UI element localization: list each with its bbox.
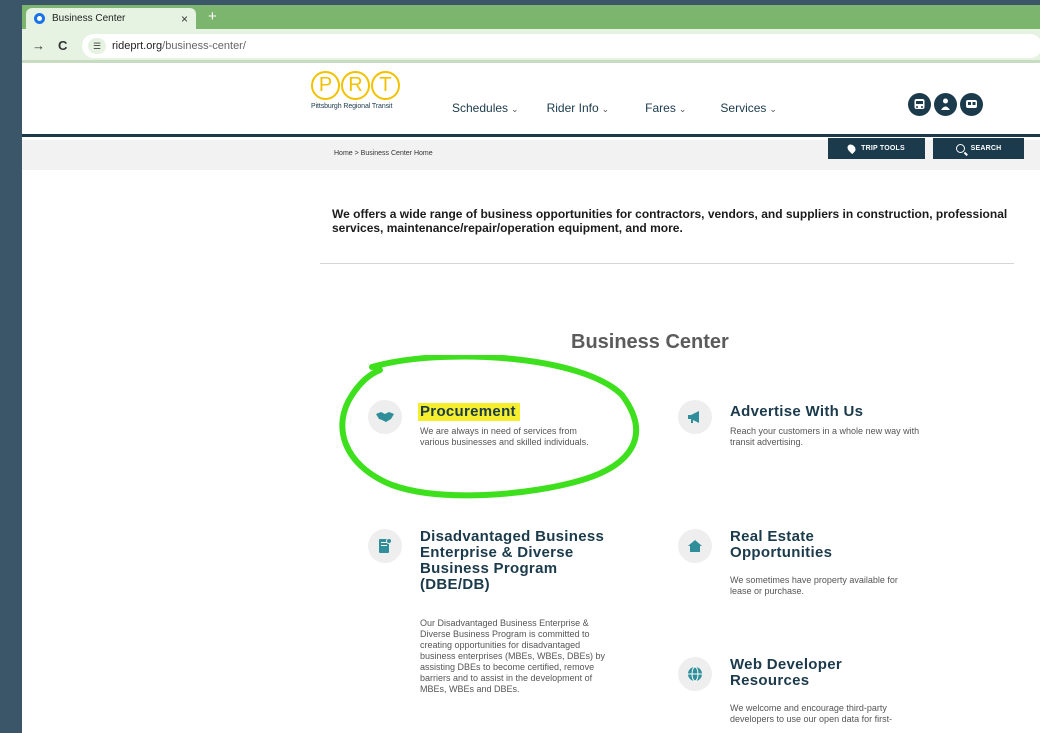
url-host: rideprt.org	[112, 40, 163, 52]
logo-letter-r: R	[341, 71, 370, 100]
card-procurement[interactable]: Procurement We are always in need of ser…	[368, 400, 608, 470]
chevron-down-icon: ⌄	[601, 104, 610, 114]
house-icon	[678, 529, 712, 563]
chevron-down-icon: ⌄	[678, 104, 687, 114]
card-advertise[interactable]: Advertise With Us Reach your customers i…	[678, 400, 920, 470]
card-description: We sometimes have property available for…	[730, 575, 898, 596]
tab-close-icon[interactable]: ×	[181, 12, 188, 26]
site-favicon-icon	[34, 13, 45, 24]
section-title: Business Center	[571, 331, 729, 353]
mode-icons	[908, 93, 983, 116]
new-tab-button[interactable]: +	[208, 9, 217, 25]
card-real-estate[interactable]: Real Estate Opportunities We sometimes h…	[678, 529, 918, 609]
globe-icon	[678, 657, 712, 691]
url-path: /business-center/	[162, 40, 246, 52]
logo-subtitle: Pittsburgh Regional Transit	[311, 103, 393, 110]
nav-label: Rider Info	[546, 101, 599, 115]
reload-button[interactable]: C	[58, 38, 67, 53]
divider	[320, 263, 1014, 264]
nav-label: Fares	[645, 101, 676, 115]
breadcrumb[interactable]: Home > Business Center Home	[334, 150, 433, 157]
card-dbe-db[interactable]: Disadvantaged Business Enterprise & Dive…	[368, 529, 608, 719]
logo-letter-t: T	[371, 71, 400, 100]
rail-icon[interactable]	[960, 93, 983, 116]
card-title[interactable]: Disadvantaged Business Enterprise & Dive…	[420, 529, 610, 593]
chevron-down-icon: ⌄	[511, 104, 519, 114]
tab-title: Business Center	[52, 13, 126, 24]
trip-tools-button[interactable]: TRIP TOOLS	[828, 138, 925, 159]
card-web-developer[interactable]: Web Developer Resources We welcome and e…	[678, 657, 918, 733]
prt-logo[interactable]: P R T Pittsburgh Regional Transit	[311, 71, 421, 123]
card-description: Reach your customers in a whole new way …	[730, 426, 920, 447]
intro-text: We offers a wide range of business oppor…	[332, 207, 1008, 235]
map-pin-icon	[845, 142, 858, 155]
procurement-highlight: Procurement	[418, 403, 520, 421]
card-title[interactable]: Web Developer Resources	[730, 657, 890, 689]
browser-toolbar: → C ☰ rideprt.org/business-center/	[22, 29, 1040, 63]
nav-label: Schedules	[452, 101, 509, 115]
card-description: We are always in need of services from v…	[420, 426, 589, 447]
tab-business-center[interactable]: Business Center ×	[26, 8, 196, 29]
logo-letter-p: P	[311, 71, 340, 100]
nav-schedules[interactable]: Schedules ⌄	[452, 101, 519, 115]
nav-label: Services	[720, 101, 767, 115]
handshake-icon	[368, 400, 402, 434]
browser-window: Business Center × + → C ☰ rideprt.org/bu…	[22, 5, 1040, 733]
card-title[interactable]: Advertise With Us	[730, 404, 863, 420]
tab-strip: Business Center × +	[22, 5, 1040, 29]
card-title[interactable]: Procurement	[418, 403, 520, 421]
card-title[interactable]: Real Estate Opportunities	[730, 529, 880, 561]
nav-fares[interactable]: Fares ⌄	[645, 101, 686, 115]
nav-rider-info[interactable]: Rider Info ⌄	[547, 101, 610, 115]
rider-icon[interactable]	[934, 93, 957, 116]
breadcrumb-bar: Home > Business Center Home TRIP TOOLS S…	[22, 138, 1040, 170]
card-description: We welcome and encourage third-party dev…	[730, 703, 893, 724]
chevron-down-icon: ⌄	[769, 104, 777, 114]
bus-icon[interactable]	[908, 93, 931, 116]
search-icon	[955, 144, 965, 153]
trip-tools-label: TRIP TOOLS	[861, 145, 905, 152]
search-button[interactable]: SEARCH	[933, 138, 1024, 159]
main-navigation: Schedules ⌄ Rider Info ⌄ Fares ⌄ Services ⌄	[452, 101, 805, 115]
certificate-icon	[368, 529, 402, 563]
site-header: P R T Pittsburgh Regional Transit Schedu…	[22, 63, 1040, 137]
megaphone-icon	[678, 400, 712, 434]
address-bar[interactable]: ☰ rideprt.org/business-center/	[82, 34, 1040, 58]
forward-button[interactable]: →	[32, 38, 45, 53]
nav-services[interactable]: Services ⌄	[720, 101, 777, 115]
site-info-icon[interactable]: ☰	[88, 38, 106, 54]
card-description: Our Disadvantaged Business Enterprise & …	[420, 618, 606, 694]
search-label: SEARCH	[970, 145, 1002, 152]
